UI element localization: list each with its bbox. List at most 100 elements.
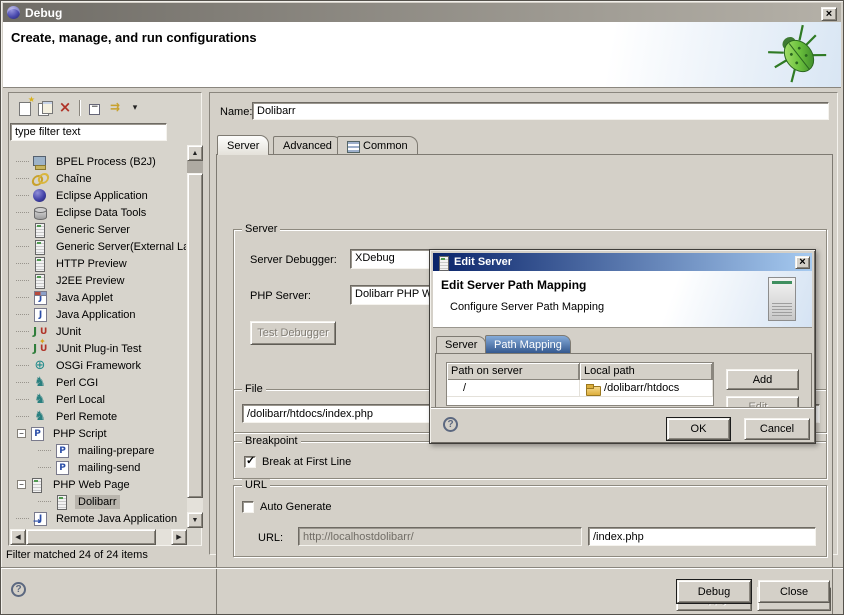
php-icon bbox=[54, 460, 70, 476]
scroll-left-icon[interactable]: ◀ bbox=[10, 529, 26, 545]
close-button[interactable]: Close bbox=[758, 580, 830, 603]
tree-item-label: Perl Remote bbox=[53, 410, 120, 424]
collapse-expander-icon[interactable]: − bbox=[17, 480, 26, 489]
table-column-header[interactable]: Local path bbox=[580, 363, 713, 380]
tab-server-label: Server bbox=[227, 140, 259, 152]
tab-server[interactable]: Server bbox=[217, 135, 269, 155]
tree-item[interactable]: Chaîne bbox=[10, 170, 186, 187]
duplicate-toolbar-button[interactable] bbox=[35, 99, 55, 117]
tree-item[interactable]: Dolibarr bbox=[10, 493, 186, 510]
tree-item[interactable]: Generic Server bbox=[10, 221, 186, 238]
tree-vertical-scrollbar[interactable]: ▲ ▼ bbox=[187, 145, 203, 528]
tree-guide bbox=[38, 501, 51, 502]
auto-generate-label: Auto Generate bbox=[260, 501, 332, 513]
scroll-down-icon[interactable]: ▼ bbox=[187, 512, 203, 528]
database-icon bbox=[32, 205, 48, 221]
dialog-help-icon[interactable]: ? bbox=[443, 417, 458, 432]
tree-item[interactable]: Java Applet bbox=[10, 289, 186, 306]
tree-item-label: Generic Server bbox=[53, 223, 133, 237]
vertical-scroll-thumb[interactable] bbox=[187, 173, 203, 498]
tree-guide bbox=[16, 263, 29, 264]
filter-toolbar-button[interactable] bbox=[105, 99, 125, 117]
perl-icon bbox=[32, 392, 48, 408]
tree-item[interactable]: Eclipse Data Tools bbox=[10, 204, 186, 221]
tree-item[interactable]: OSGi Framework bbox=[10, 357, 186, 374]
url-path-input[interactable] bbox=[588, 527, 816, 546]
edit-server-dialog: Edit Server × Edit Server Path Mapping C… bbox=[429, 249, 816, 444]
menu-dropdown-toolbar-button[interactable] bbox=[125, 99, 145, 117]
tree-guide bbox=[16, 518, 29, 519]
tree-item[interactable]: Java Application bbox=[10, 306, 186, 323]
tree-item[interactable]: mailing-prepare bbox=[10, 442, 186, 459]
help-icon[interactable]: ? bbox=[11, 582, 26, 597]
auto-generate-checkbox[interactable] bbox=[242, 501, 254, 513]
tree-item[interactable]: mailing-send bbox=[10, 459, 186, 476]
php-icon bbox=[29, 426, 45, 442]
page-title: Create, manage, and run configurations bbox=[11, 30, 257, 45]
cancel-button[interactable]: Cancel bbox=[744, 418, 810, 440]
ok-button[interactable]: OK bbox=[667, 418, 730, 440]
tree-item[interactable]: HTTP Preview bbox=[10, 255, 186, 272]
tree-item[interactable]: Remote Java Application bbox=[10, 510, 186, 527]
tree-item[interactable]: ✦JUnit Plug-in Test bbox=[10, 340, 186, 357]
dialog-tab-path-mapping[interactable]: Path Mapping bbox=[485, 335, 571, 353]
filter-input[interactable] bbox=[10, 123, 167, 141]
window-close-button[interactable]: × bbox=[821, 7, 837, 21]
horizontal-scroll-thumb[interactable] bbox=[26, 529, 156, 545]
breakpoint-group-label: Breakpoint bbox=[242, 435, 301, 447]
table-column-header[interactable]: Path on server bbox=[447, 363, 580, 380]
break-first-line-checkbox[interactable] bbox=[244, 456, 256, 468]
tab-common-label: Common bbox=[363, 140, 408, 152]
tree-item[interactable]: J2EE Preview bbox=[10, 272, 186, 289]
scroll-up-icon[interactable]: ▲ bbox=[187, 145, 203, 161]
perl-icon bbox=[32, 375, 48, 391]
tree-item-label: Eclipse Application bbox=[53, 189, 151, 203]
tab-advanced[interactable]: Advanced bbox=[273, 136, 342, 155]
delete-toolbar-button[interactable] bbox=[55, 99, 75, 117]
collapse-all-toolbar-button[interactable] bbox=[85, 99, 105, 117]
url-group-label: URL bbox=[242, 479, 270, 491]
dialog-close-button[interactable]: × bbox=[795, 256, 810, 269]
tab-common[interactable]: Common bbox=[337, 136, 418, 155]
server-debugger-value: XDebug bbox=[355, 252, 395, 264]
dialog-tab-server-label: Server bbox=[445, 339, 477, 351]
tab-advanced-label: Advanced bbox=[283, 140, 332, 152]
new-config-icon bbox=[17, 100, 33, 116]
collapse-expander-icon[interactable]: − bbox=[17, 429, 26, 438]
perl-icon bbox=[32, 409, 48, 425]
name-input[interactable] bbox=[252, 102, 829, 120]
tree-item[interactable]: Generic Server(External La bbox=[10, 238, 186, 255]
footer-separator bbox=[1, 567, 843, 569]
tree-item[interactable]: BPEL Process (B2J) bbox=[10, 153, 186, 170]
server-icon bbox=[32, 256, 48, 272]
tree-item[interactable]: Perl Local bbox=[10, 391, 186, 408]
applet-icon bbox=[32, 290, 48, 306]
server-group-label: Server bbox=[242, 223, 280, 235]
tree-item[interactable]: Perl Remote bbox=[10, 408, 186, 425]
path-mapping-table[interactable]: Path on serverLocal path//dolibarr/htdoc… bbox=[446, 362, 714, 406]
add-mapping-button[interactable]: Add bbox=[726, 369, 799, 390]
tree-item[interactable]: −PHP Web Page bbox=[10, 476, 186, 493]
tree-item-label: mailing-send bbox=[75, 461, 143, 475]
tree-item-label: Java Application bbox=[53, 308, 139, 322]
tree-item[interactable]: −PHP Script bbox=[10, 425, 186, 442]
debug-button[interactable]: Debug bbox=[677, 580, 751, 603]
bug-graphic bbox=[763, 22, 835, 86]
server-debugger-label: Server Debugger: bbox=[250, 254, 337, 266]
dialog-tab-server[interactable]: Server bbox=[436, 336, 486, 353]
test-debugger-button: Test Debugger bbox=[250, 321, 336, 345]
tree-horizontal-scrollbar[interactable]: ◀ ▶ bbox=[10, 529, 187, 545]
tree-item-label: J2EE Preview bbox=[53, 274, 127, 288]
new-config-toolbar-button[interactable] bbox=[15, 99, 35, 117]
collapse-all-icon bbox=[87, 100, 103, 116]
scroll-right-icon[interactable]: ▶ bbox=[171, 529, 187, 545]
scroll-page-shade bbox=[187, 161, 203, 173]
table-row[interactable]: //dolibarr/htdocs bbox=[447, 380, 713, 397]
tree-item[interactable]: JUnit bbox=[10, 323, 186, 340]
tree-item[interactable]: Eclipse Application bbox=[10, 187, 186, 204]
file-group-label: File bbox=[242, 383, 266, 395]
tree-item[interactable]: Perl CGI bbox=[10, 374, 186, 391]
tree-item-label: Perl Local bbox=[53, 393, 108, 407]
url-group: URL Auto Generate URL: bbox=[233, 485, 827, 557]
path-on-server-cell: / bbox=[447, 380, 580, 396]
